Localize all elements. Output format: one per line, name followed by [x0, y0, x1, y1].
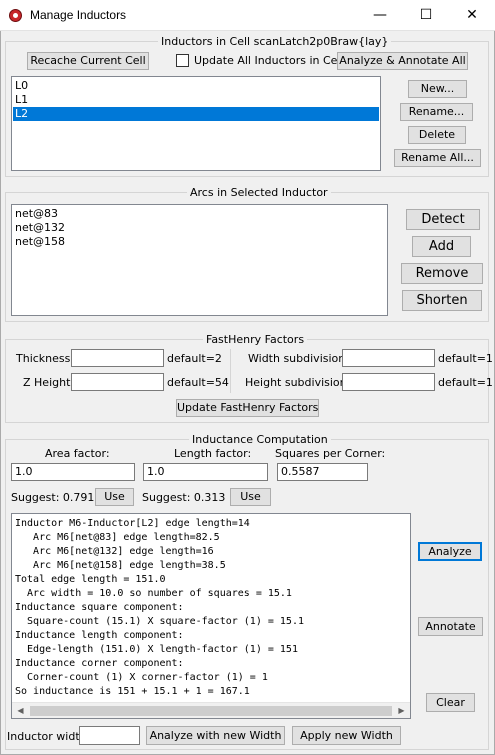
results-line: Inductance corner component: — [15, 658, 184, 669]
detect-button[interactable]: Detect — [406, 209, 480, 230]
inductor-item-l2[interactable]: L2 — [13, 107, 379, 121]
rename-all-button[interactable]: Rename All... — [394, 149, 481, 167]
window-title: Manage Inductors — [30, 8, 127, 22]
inductor-list[interactable]: L0 L1 L2 — [11, 76, 381, 171]
results-text-area[interactable]: Inductor M6-Inductor[L2] edge length=14 … — [11, 513, 411, 719]
maximize-icon[interactable]: ☐ — [403, 0, 449, 31]
analyze-annotate-all-button[interactable]: Analyze & Annotate All — [337, 52, 468, 70]
inductor-item-l0[interactable]: L0 — [13, 79, 379, 93]
recache-button[interactable]: Recache Current Cell — [27, 52, 149, 70]
area-factor-label: Area factor: — [45, 447, 110, 460]
inductor-item-l1[interactable]: L1 — [13, 93, 379, 107]
delete-inductor-button[interactable]: Delete — [408, 126, 466, 144]
new-inductor-button[interactable]: New... — [408, 80, 467, 98]
rename-inductor-button[interactable]: Rename... — [400, 103, 473, 121]
arcs-legend: Arcs in Selected Inductor — [187, 186, 331, 199]
results-line: Arc M6[net@158] edge length=38.5 — [15, 560, 226, 571]
apply-new-width-button[interactable]: Apply new Width — [292, 726, 401, 745]
area-factor-input[interactable]: 1.0 — [11, 463, 135, 481]
width-subdiv-input[interactable] — [342, 349, 435, 367]
arc-item[interactable]: net@132 — [13, 221, 386, 235]
arc-list[interactable]: net@83 net@132 net@158 — [11, 204, 388, 316]
inductor-width-input[interactable] — [79, 726, 140, 745]
results-horizontal-scrollbar[interactable]: ◀ ▶ — [12, 702, 410, 718]
width-subdiv-label: Width subdivisions: — [248, 352, 355, 365]
computation-legend: Inductance Computation — [189, 433, 331, 446]
results-line: Inductor M6-Inductor[L2] edge length=14 — [15, 518, 250, 529]
results-line: Inductance square component: — [15, 602, 184, 613]
app-icon — [9, 9, 22, 22]
zheight-label: Z Height: — [23, 376, 75, 389]
shorten-button[interactable]: Shorten — [402, 290, 482, 311]
arc-item[interactable]: net@158 — [13, 235, 386, 249]
inductor-width-label: Inductor width: — [7, 730, 91, 743]
analyze-with-new-width-button[interactable]: Analyze with new Width — [146, 726, 285, 745]
results-line: Square-count (15.1) X square-factor (1) … — [15, 616, 304, 627]
scrollbar-thumb[interactable] — [30, 706, 392, 716]
clear-button[interactable]: Clear — [426, 693, 475, 712]
results-line: Edge-length (151.0) X length-factor (1) … — [15, 644, 298, 655]
inductors-legend: Inductors in Cell scanLatch2p0Braw{lay} — [158, 35, 392, 48]
squares-per-corner-input[interactable]: 0.5587 — [277, 463, 368, 481]
suggest-area-text: Suggest: 0.7918 — [11, 491, 102, 504]
remove-arc-button[interactable]: Remove — [401, 263, 483, 284]
fasthenry-legend: FastHenry Factors — [203, 333, 308, 346]
use-length-suggestion-button[interactable]: Use — [230, 488, 271, 506]
results-line: Arc M6[net@132] edge length=16 — [15, 546, 214, 557]
squares-per-corner-label: Squares per Corner: — [275, 447, 386, 460]
zheight-input[interactable] — [71, 373, 164, 391]
update-all-checkbox[interactable] — [176, 54, 189, 67]
thickness-input[interactable] — [71, 349, 164, 367]
minimize-icon[interactable]: — — [357, 0, 403, 31]
length-factor-input[interactable]: 1.0 — [143, 463, 268, 481]
fasthenry-divider — [230, 349, 231, 393]
thickness-default: default=2 — [167, 352, 222, 365]
analyze-button[interactable]: Analyze — [418, 542, 482, 561]
width-subdiv-default: default=1 — [438, 352, 493, 365]
thickness-label: Thickness: — [16, 352, 75, 365]
height-subdiv-label: Height subdivisions: — [245, 376, 357, 389]
title-bar[interactable]: Manage Inductors — ☐ ✕ — [0, 0, 495, 31]
results-line: Total edge length = 151.0 — [15, 574, 166, 585]
scroll-right-icon[interactable]: ▶ — [393, 703, 410, 718]
height-subdiv-default: default=1 — [438, 376, 493, 389]
length-factor-label: Length factor: — [174, 447, 252, 460]
add-arc-button[interactable]: Add — [412, 236, 471, 257]
use-area-suggestion-button[interactable]: Use — [95, 488, 134, 506]
results-line: So inductance is 151 + 15.1 + 1 = 167.1 — [15, 686, 250, 697]
update-all-label: Update All Inductors in Cell — [194, 54, 344, 67]
zheight-default: default=54 — [167, 376, 229, 389]
update-fasthenry-button[interactable]: Update FastHenry Factors — [176, 399, 319, 417]
results-line: Corner-count (1) X corner-factor (1) = 1 — [15, 672, 268, 683]
arc-item[interactable]: net@83 — [13, 207, 386, 221]
results-line: Inductance length component: — [15, 630, 184, 641]
scroll-left-icon[interactable]: ◀ — [12, 703, 29, 718]
height-subdiv-input[interactable] — [342, 373, 435, 391]
close-icon[interactable]: ✕ — [449, 0, 495, 31]
results-line: Arc width = 10.0 so number of squares = … — [15, 588, 292, 599]
suggest-length-text: Suggest: 0.313 — [142, 491, 226, 504]
results-line: Arc M6[net@83] edge length=82.5 — [15, 532, 220, 543]
annotate-button[interactable]: Annotate — [418, 617, 483, 636]
